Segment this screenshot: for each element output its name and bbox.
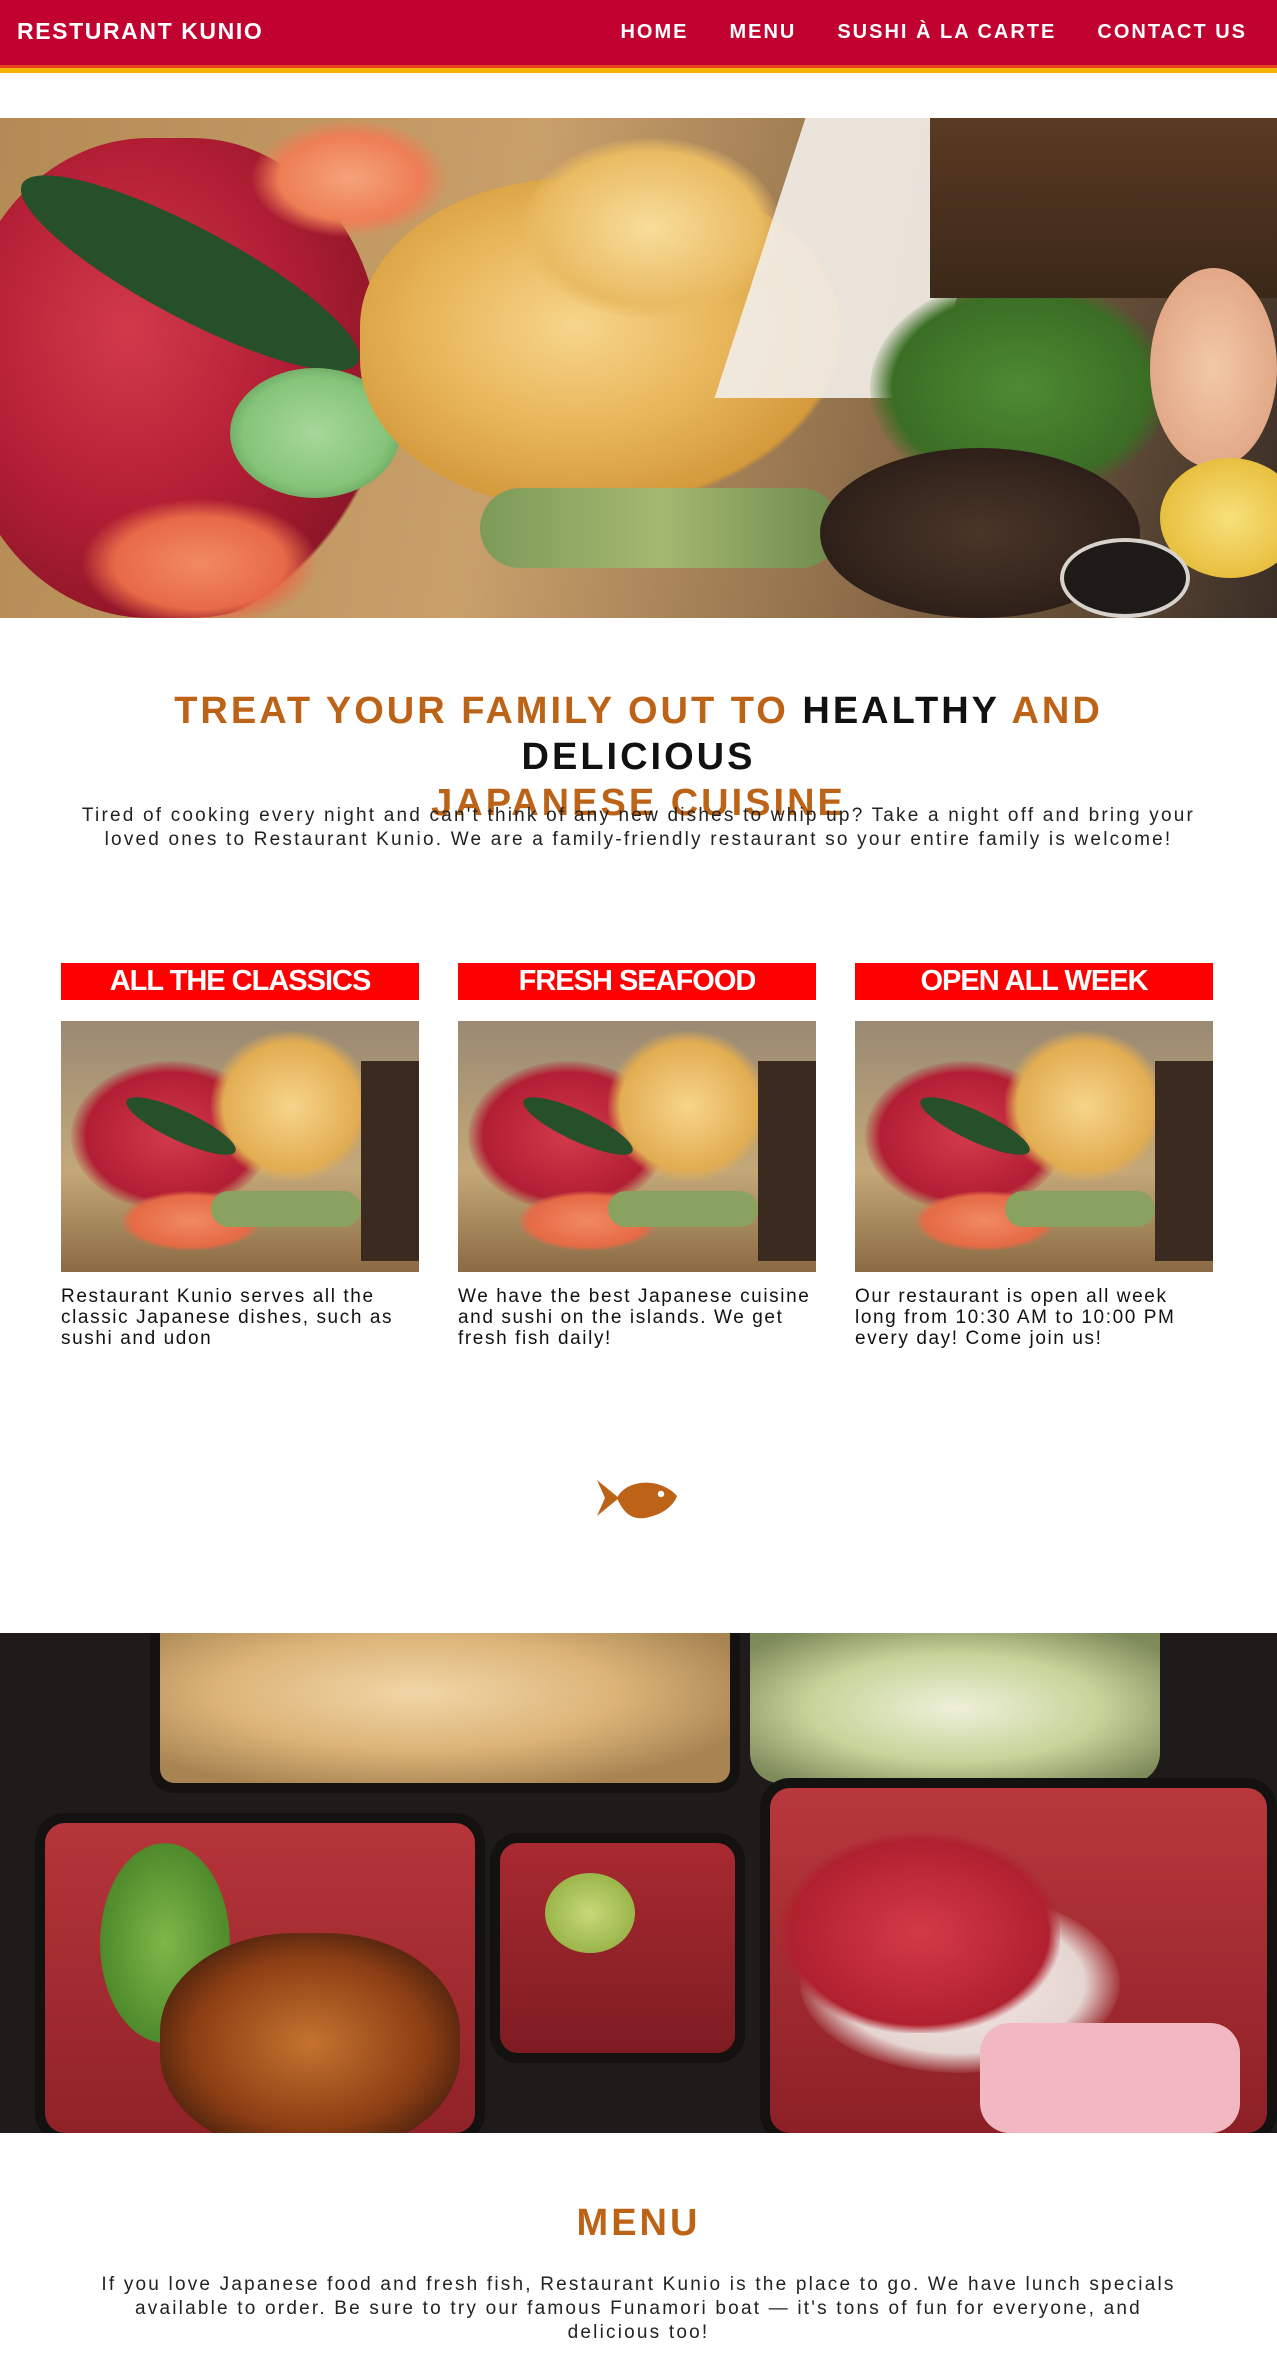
nav-stripe-accent [0, 65, 1277, 68]
feature-food-photo [855, 1021, 1213, 1272]
nav-link-contact-us[interactable]: CONTACT US [1097, 21, 1247, 44]
feature-description: Restaurant Kunio serves all the classic … [61, 1286, 394, 1349]
feature-food-photo [61, 1021, 419, 1272]
intro-paragraph: Tired of cooking every night and can't t… [81, 805, 1196, 850]
feature-description: Our restaurant is open all week long fro… [855, 1286, 1176, 1349]
feature-title: FRESH SEAFOOD [458, 963, 816, 1000]
feature-title: OPEN ALL WEEK [855, 963, 1213, 1000]
top-navbar: RESTURANT KUNIO HOME MENU SUSHI À LA CAR… [0, 0, 1277, 73]
feature-card-seafood: FRESH SEAFOOD We have the best Japanese … [458, 963, 816, 1349]
feature-card-classics: ALL THE CLASSICS Restaurant Kunio serves… [61, 963, 419, 1349]
hero-food-photo [0, 118, 1277, 618]
intro-heading-healthy: HEALTHY [802, 690, 1000, 732]
feature-title: ALL THE CLASSICS [61, 963, 419, 1000]
fish-icon [597, 1480, 677, 1519]
bento-food-photo [0, 1633, 1277, 2133]
intro-heading-part1: TREAT YOUR FAMILY OUT TO [174, 690, 803, 732]
feature-description: We have the best Japanese cuisine and su… [458, 1286, 811, 1349]
nav-link-sushi-a-la-carte[interactable]: SUSHI À LA CARTE [837, 21, 1056, 44]
feature-card-open-all-week: OPEN ALL WEEK Our restaurant is open all… [855, 963, 1213, 1349]
menu-section-heading: MENU [576, 2202, 701, 2244]
intro-heading-and: AND [999, 690, 1103, 732]
site-brand[interactable]: RESTURANT KUNIO [17, 18, 263, 45]
feature-food-photo [458, 1021, 816, 1272]
nav-menu: HOME MENU SUSHI À LA CARTE CONTACT US [620, 21, 1247, 44]
nav-link-home[interactable]: HOME [620, 21, 688, 44]
nav-link-menu[interactable]: MENU [729, 21, 796, 44]
intro-heading-delicious: DELICIOUS [521, 736, 756, 778]
menu-section-paragraph: If you love Japanese food and fresh fish… [101, 2274, 1176, 2343]
